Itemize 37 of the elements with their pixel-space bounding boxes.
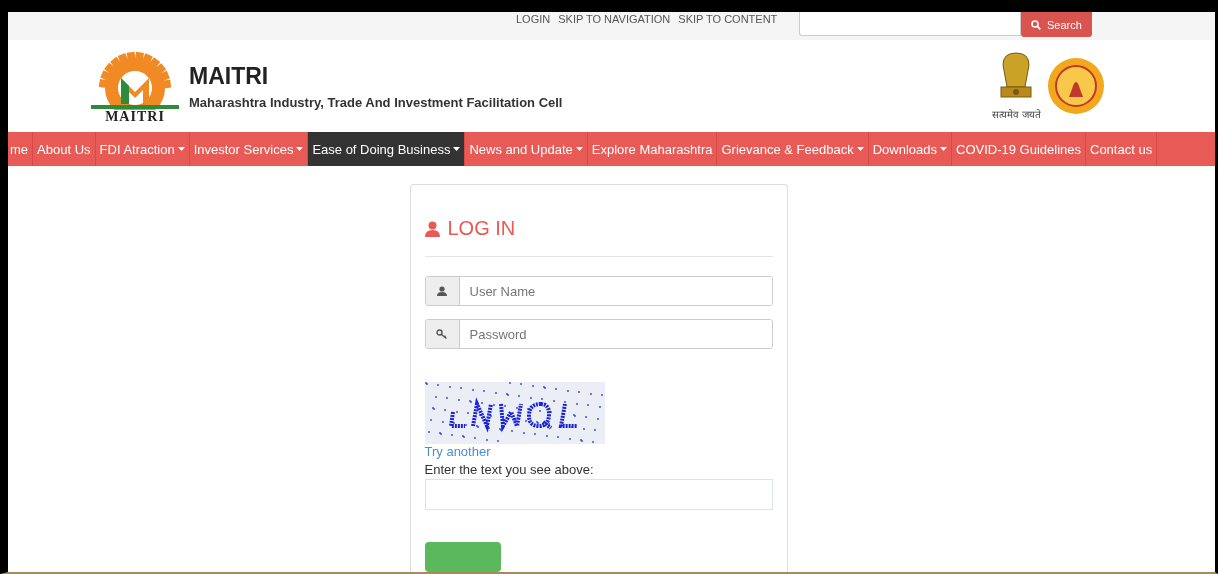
key-icon (436, 329, 448, 339)
emblem-caption: सत्यमेव जयते (991, 108, 1041, 122)
user-icon (437, 286, 447, 296)
top-link[interactable]: LOGIN (516, 13, 551, 25)
logo-caption: MAITRI (105, 110, 165, 125)
input-field[interactable]: Password (424, 319, 773, 349)
caret-icon (575, 147, 583, 152)
caret-icon (856, 147, 864, 152)
top-link[interactable]: SKIP TO NAVIGATION (558, 13, 671, 25)
login-button[interactable] (424, 542, 501, 572)
login-heading: LOG IN (447, 217, 516, 240)
caret-icon (940, 147, 947, 152)
input-field[interactable]: User Name (424, 276, 773, 306)
site-subtitle: Maharashtra Industry, Trade And Investment Facilitation Cell (189, 94, 563, 110)
nav-item[interactable]: Grievance & Feedback (717, 132, 869, 166)
try-another-link[interactable]: Try another (424, 444, 773, 459)
nav-item[interactable]: Ease of Doing Business (308, 132, 466, 166)
search-button[interactable]: Search (1021, 12, 1092, 37)
nav-item[interactable]: FDI Atraction (95, 132, 190, 166)
nav-item[interactable]: About Us (33, 132, 96, 166)
nav-item[interactable]: Explore Maharashtra (587, 132, 718, 166)
nav-item[interactable]: News and Update (465, 132, 588, 166)
captcha-field[interactable] (424, 479, 773, 510)
nav-item[interactable]: Downloads (868, 132, 952, 166)
site-title: MAITRI (189, 62, 270, 90)
top-link[interactable]: SKIP TO CONTENT (678, 13, 778, 25)
nav-item[interactable]: me (8, 132, 34, 166)
search-icon (1031, 19, 1041, 30)
search-field[interactable] (799, 12, 1021, 36)
caret-icon (177, 147, 185, 152)
captcha-label: Enter the text you see above: (424, 462, 595, 477)
seal-drawing (1047, 57, 1105, 116)
caret-icon (453, 147, 461, 152)
user-icon (424, 220, 440, 237)
caret-icon (296, 147, 304, 152)
nav-item[interactable]: Contact us (1086, 132, 1158, 166)
nav-item[interactable]: COVID-19 Guidelines (952, 132, 1086, 166)
